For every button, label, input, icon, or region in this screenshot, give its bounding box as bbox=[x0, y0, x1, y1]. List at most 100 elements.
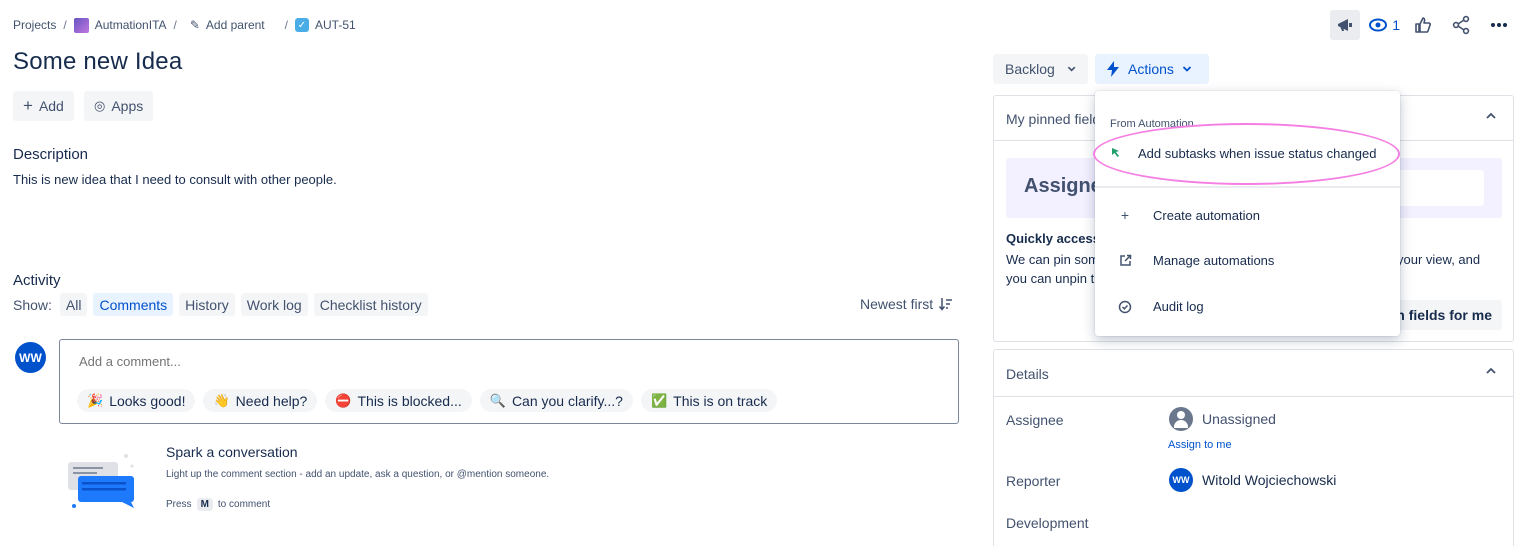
add-button-label: Add bbox=[38, 98, 64, 114]
filter-checklist-history[interactable]: Checklist history bbox=[313, 293, 428, 316]
pin-fields-button[interactable]: in fields for me bbox=[1386, 300, 1502, 330]
quick-reply-looks-good[interactable]: 🎉 Looks good! bbox=[77, 389, 196, 412]
plus-icon: + bbox=[1120, 207, 1130, 223]
no-entry-icon: ⛔ bbox=[335, 392, 352, 408]
divider bbox=[994, 396, 1513, 397]
menu-item-label: Manage automations bbox=[1153, 253, 1275, 268]
assign-to-me-link[interactable]: Assign to me bbox=[1168, 439, 1232, 451]
watch-count: 1 bbox=[1392, 17, 1400, 33]
lightning-icon bbox=[1107, 61, 1119, 77]
spark-subtitle: Light up the comment section - add an up… bbox=[166, 469, 550, 480]
pin-help-text: We can pin som bbox=[1006, 252, 1099, 267]
breadcrumb-projects[interactable]: Projects bbox=[13, 18, 56, 32]
more-icon bbox=[1491, 23, 1507, 27]
menu-item-audit-log[interactable]: Audit log bbox=[1117, 299, 1204, 314]
add-parent-button[interactable]: ✎ Add parent bbox=[190, 18, 265, 32]
plus-icon: + bbox=[23, 96, 33, 115]
share-button[interactable] bbox=[1446, 10, 1476, 40]
quick-reply-need-help[interactable]: 👋 Need help? bbox=[203, 389, 318, 412]
development-label: Development bbox=[1006, 515, 1089, 531]
thumbs-up-icon bbox=[1415, 17, 1431, 33]
external-link-icon bbox=[1117, 254, 1133, 267]
eye-icon bbox=[1369, 18, 1388, 32]
press-suffix: to comment bbox=[217, 499, 271, 510]
sort-order-label: Newest first bbox=[860, 296, 934, 312]
apps-icon: ◎ bbox=[94, 98, 106, 113]
check-icon: ✅ bbox=[650, 392, 668, 408]
pinned-fields-header[interactable]: My pinned fields bbox=[1006, 111, 1107, 127]
activity-heading: Activity bbox=[13, 272, 61, 289]
chevron-up-icon[interactable] bbox=[1485, 110, 1497, 122]
like-button[interactable] bbox=[1408, 10, 1438, 40]
pin-help-text: you can unpin t bbox=[1006, 271, 1095, 286]
conversation-illustration-icon bbox=[68, 454, 134, 508]
comment-input[interactable] bbox=[79, 354, 679, 369]
project-avatar-icon bbox=[73, 17, 89, 33]
add-parent-label[interactable]: Add parent bbox=[206, 18, 265, 32]
menu-item-manage-automations[interactable]: Manage automations bbox=[1117, 253, 1274, 268]
filter-all[interactable]: All bbox=[59, 293, 88, 316]
filter-comments[interactable]: Comments bbox=[93, 293, 174, 316]
assignee-value[interactable]: Unassigned bbox=[1202, 411, 1276, 427]
quick-reply-blocked[interactable]: ⛔ This is blocked... bbox=[325, 389, 472, 412]
quick-reply-label: Can you clarify...? bbox=[511, 392, 623, 409]
breadcrumb-projects-label[interactable]: Projects bbox=[13, 18, 56, 32]
quick-reply-on-track[interactable]: ✅ This is on track bbox=[640, 389, 778, 412]
quick-reply-label: This is blocked... bbox=[357, 392, 462, 409]
add-button[interactable]: + Add bbox=[13, 91, 74, 121]
breadcrumb: Projects / AutmationITA / ✎ Add parent /… bbox=[13, 17, 356, 33]
issue-key[interactable]: AUT-51 bbox=[315, 18, 356, 32]
breadcrumb-separator: / bbox=[284, 18, 288, 32]
megaphone-icon bbox=[1338, 19, 1353, 31]
quick-reply-label: Need help? bbox=[235, 392, 308, 409]
filter-history[interactable]: History bbox=[179, 293, 235, 316]
apps-button[interactable]: ◎ Apps bbox=[84, 91, 154, 121]
status-label: Backlog bbox=[1005, 61, 1055, 77]
wave-icon: 👋 bbox=[213, 392, 230, 408]
actions-button[interactable]: Actions bbox=[1095, 54, 1209, 84]
check-circle-icon bbox=[1117, 300, 1133, 314]
more-button[interactable] bbox=[1484, 10, 1514, 40]
breadcrumb-separator: / bbox=[63, 18, 67, 32]
filter-work-log[interactable]: Work log bbox=[240, 293, 308, 316]
quick-reply-clarify[interactable]: 🔍 Can you clarify...? bbox=[479, 389, 633, 412]
breadcrumb-separator: / bbox=[173, 18, 177, 32]
breadcrumb-project[interactable]: AutmationITA bbox=[73, 17, 167, 33]
status-button[interactable]: Backlog bbox=[993, 54, 1088, 84]
reporter-value[interactable]: Witold Wojciechowski bbox=[1202, 472, 1336, 488]
menu-item-label: Audit log bbox=[1153, 299, 1204, 314]
breadcrumb-issue[interactable]: ✓ AUT-51 bbox=[294, 18, 356, 32]
task-icon: ✓ bbox=[294, 18, 309, 32]
menu-item-add-subtasks[interactable]: Add subtasks when issue status changed bbox=[1109, 145, 1376, 161]
actions-label: Actions bbox=[1128, 61, 1174, 77]
details-header[interactable]: Details bbox=[1006, 366, 1049, 382]
reporter-label: Reporter bbox=[1006, 473, 1061, 489]
party-icon: 🎉 bbox=[87, 392, 104, 408]
description-text[interactable]: This is new idea that I need to consult … bbox=[13, 172, 337, 187]
menu-item-create-automation[interactable]: + Create automation bbox=[1117, 207, 1260, 223]
menu-separator bbox=[1095, 186, 1400, 188]
keyboard-hint: Press M to comment bbox=[166, 498, 270, 511]
actions-menu: From Automation Add subtasks when issue … bbox=[1095, 91, 1400, 336]
comment-box[interactable]: 🎉 Looks good! 👋 Need help? ⛔ This is blocke… bbox=[59, 339, 959, 424]
avatar: WW bbox=[1169, 468, 1193, 492]
description-heading: Description bbox=[13, 146, 89, 163]
details-panel: Details Assignee Unassigned Assign to me… bbox=[993, 349, 1514, 546]
keyboard-key: M bbox=[196, 498, 213, 511]
assignee-label: Assignee bbox=[1006, 412, 1064, 428]
apps-button-label: Apps bbox=[111, 98, 144, 114]
quick-replies: 🎉 Looks good! 👋 Need help? ⛔ This is blocke… bbox=[77, 389, 778, 412]
magnifier-icon: 🔍 bbox=[489, 392, 506, 408]
unassigned-avatar-icon bbox=[1169, 407, 1193, 431]
spark-title: Spark a conversation bbox=[166, 444, 298, 460]
breadcrumb-project-label[interactable]: AutmationITA bbox=[95, 18, 167, 32]
watch-button[interactable]: 1 bbox=[1368, 10, 1400, 40]
chevron-up-icon[interactable] bbox=[1485, 365, 1497, 377]
chevron-down-icon bbox=[1067, 66, 1076, 72]
sort-order-button[interactable]: Newest first bbox=[860, 296, 953, 312]
feedback-button[interactable] bbox=[1330, 10, 1361, 40]
quick-reply-label: This is on track bbox=[673, 392, 768, 409]
menu-item-label: Create automation bbox=[1153, 207, 1260, 223]
chevron-down-icon bbox=[1182, 66, 1192, 72]
issue-title[interactable]: Some new Idea bbox=[13, 48, 182, 76]
